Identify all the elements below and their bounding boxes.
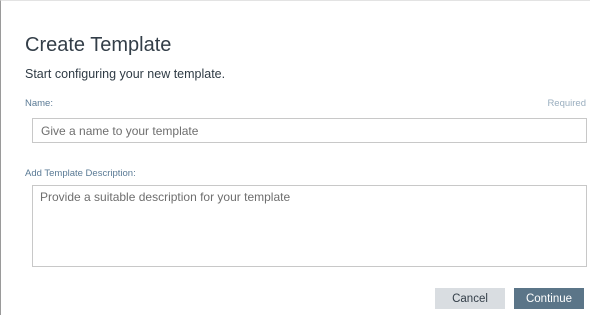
required-indicator: Required [547,98,586,109]
name-field-label: Name: [25,98,53,109]
continue-button[interactable]: Continue [514,288,584,309]
dialog-subtitle: Start configuring your new template. [25,67,226,81]
cancel-button[interactable]: Cancel [435,288,505,309]
template-name-input[interactable] [32,118,587,143]
description-field-label: Add Template Description: [25,168,136,179]
template-description-input[interactable] [32,185,587,267]
create-template-dialog: Create Template Start configuring your n… [0,0,590,315]
dialog-title: Create Template [25,34,172,56]
